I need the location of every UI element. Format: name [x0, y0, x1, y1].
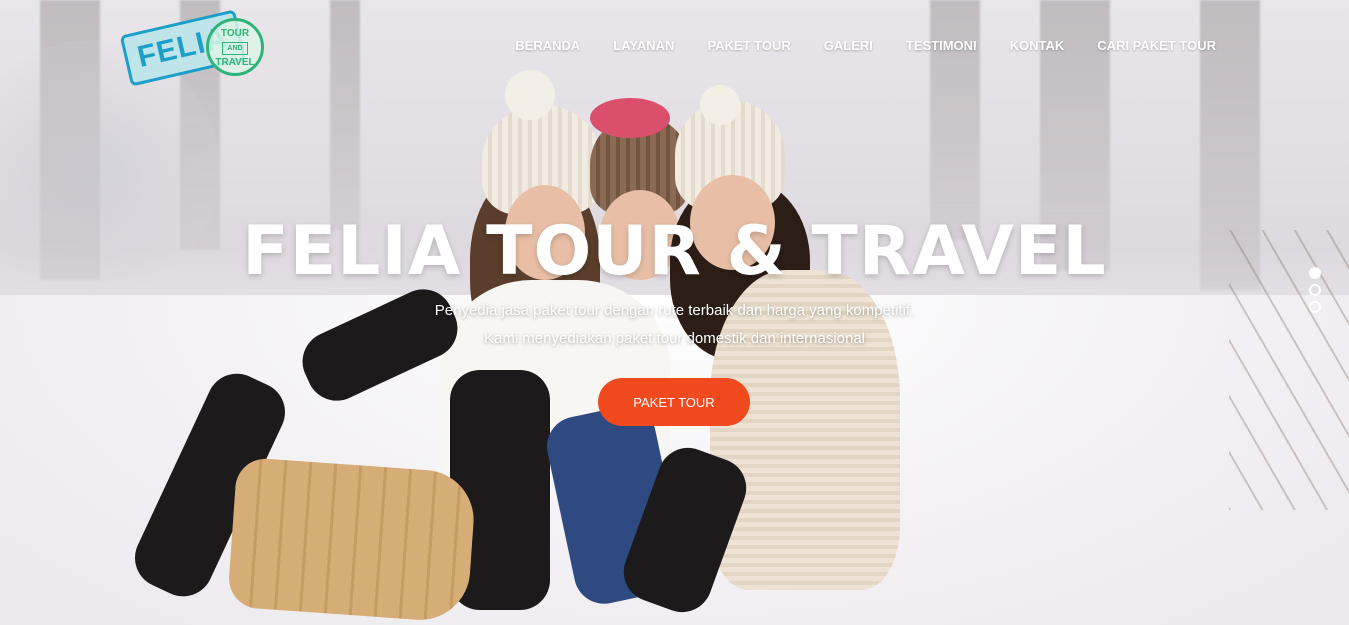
- slider-pagination: [1309, 267, 1321, 313]
- hero-description-line-1: Penyedia jasa paket tour dengan rute ter…: [434, 302, 915, 319]
- hero-description-line-2: Kami menyediakan paket tour domestik dan…: [483, 330, 866, 347]
- hero-title: FELIA TOUR & TRAVEL: [242, 212, 1107, 291]
- logo-stamp-top: TOUR: [220, 28, 250, 39]
- main-nav: BERANDA LAYANAN PAKET TOUR GALERI TESTIM…: [482, 38, 1216, 53]
- site-logo[interactable]: FELIA TOUR AND TRAVEL: [119, 9, 270, 87]
- logo-stamp: TOUR AND TRAVEL: [206, 18, 264, 76]
- logo-stamp-bottom: TRAVEL: [215, 57, 255, 68]
- nav-item-kontak[interactable]: KONTAK: [1010, 38, 1065, 53]
- hero-section: FELIA TOUR AND TRAVEL BERANDA LAYANAN PA…: [0, 0, 1349, 625]
- slider-dot-2[interactable]: [1309, 284, 1321, 296]
- nav-item-cari-paket-tour[interactable]: CARI PAKET TOUR: [1097, 38, 1216, 53]
- slider-dot-1[interactable]: [1309, 267, 1321, 279]
- nav-item-beranda[interactable]: BERANDA: [515, 38, 580, 53]
- nav-item-galeri[interactable]: GALERI: [824, 38, 873, 53]
- paket-tour-cta-button[interactable]: PAKET TOUR: [598, 378, 750, 426]
- people-illustration: [125, 70, 910, 625]
- nav-item-testimoni[interactable]: TESTIMONI: [906, 38, 977, 53]
- nav-item-layanan[interactable]: LAYANAN: [613, 38, 674, 53]
- slider-dot-3[interactable]: [1309, 301, 1321, 313]
- nav-item-paket-tour[interactable]: PAKET TOUR: [707, 38, 790, 53]
- logo-stamp-middle: AND: [222, 42, 248, 55]
